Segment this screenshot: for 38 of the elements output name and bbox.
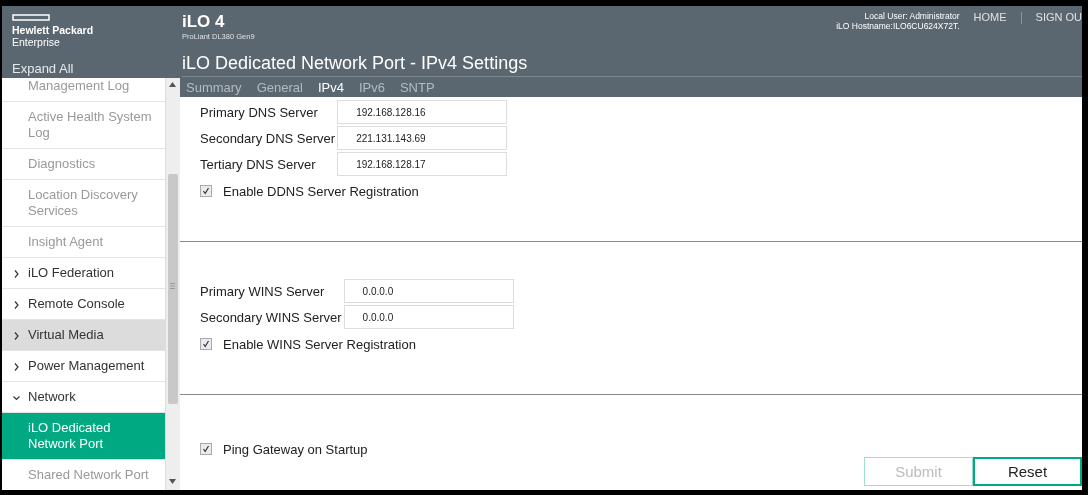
field-label: Primary WINS Server <box>200 283 326 299</box>
scroll-up-icon[interactable] <box>169 82 177 87</box>
action-button[interactable]: Reset <box>973 457 1082 486</box>
checkbox-label: Enable DDNS Server Registration <box>223 183 419 199</box>
sidebar-item[interactable]: Virtual Media <box>2 320 166 351</box>
scrollbar-thumb[interactable] <box>168 174 178 404</box>
logo-icon <box>12 14 50 21</box>
product-name: iLO 4 <box>182 12 226 32</box>
scroll-grip-icon <box>170 283 176 289</box>
input-field[interactable]: 192.168.128.17 <box>337 152 508 176</box>
tab[interactable]: General <box>256 79 303 95</box>
expand-all-link[interactable]: Expand All <box>2 62 74 76</box>
checkbox-label: Enable WINS Server Registration <box>223 336 416 352</box>
field-label: Primary DNS Server <box>200 104 319 120</box>
input-field[interactable]: 192.168.128.16 <box>337 100 508 124</box>
checkbox[interactable] <box>200 338 212 350</box>
page-title: iLO Dedicated Network Port - IPv4 Settings <box>182 52 1082 77</box>
tab[interactable]: Summary <box>186 79 242 95</box>
field-label: Secondary DNS Server <box>200 130 337 146</box>
input-field[interactable]: 0.0.0.0 <box>343 305 514 329</box>
field-label: Secondary WINS Server <box>200 309 343 325</box>
field-label: Tertiary DNS Server <box>200 156 317 172</box>
hostname-info: iLO Hostname:ILO6CU624X72T. <box>836 21 960 31</box>
tab[interactable]: IPv4 <box>317 79 344 95</box>
checkbox[interactable] <box>200 185 212 197</box>
sidebar-item[interactable]: iLO Dedicated Network Port <box>2 413 166 460</box>
brand-name: Enterprise <box>12 36 61 48</box>
checkbox[interactable] <box>200 443 212 455</box>
brand-name: Hewlett Packard <box>12 24 95 36</box>
header-link[interactable]: SIGN OU <box>1035 11 1082 23</box>
header-link[interactable]: HOME <box>973 11 1007 23</box>
checkbox-label: Ping Gateway on Startup <box>223 441 368 457</box>
input-field[interactable]: 0.0.0.0 <box>343 279 514 303</box>
tab[interactable]: SNTP <box>399 79 435 95</box>
tab[interactable]: IPv6 <box>358 79 385 95</box>
scroll-down-icon[interactable] <box>169 479 177 484</box>
user-info: Local User: Administrator <box>863 11 960 21</box>
input-field[interactable]: 221.131.143.69 <box>337 126 508 150</box>
